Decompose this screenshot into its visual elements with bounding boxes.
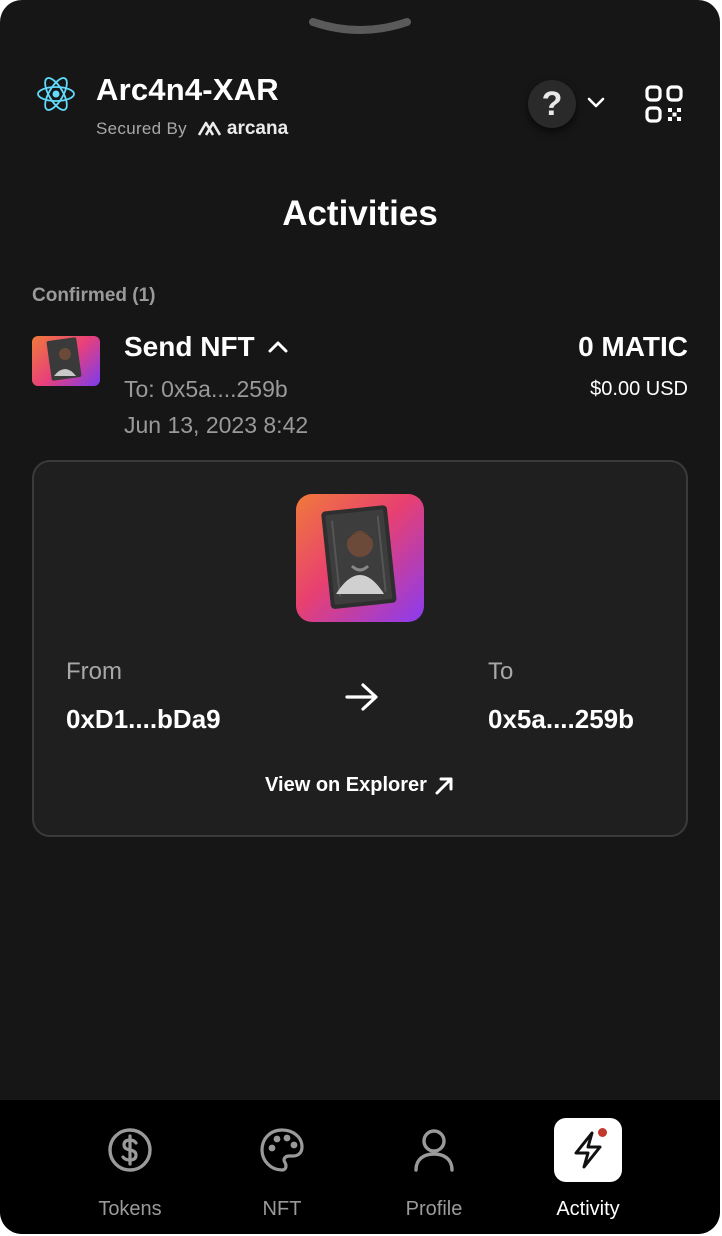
nav-icon-wrapper: [400, 1118, 468, 1182]
secured-by-label: Secured By: [96, 119, 187, 138]
activity-amount: 0 MATIC: [578, 331, 688, 362]
nft-thumbnail: [32, 336, 100, 386]
header: Arc4n4-XAR Secured By arcana ?: [32, 72, 688, 142]
arrow-right-icon: [345, 683, 378, 711]
nav-icon-wrapper: [248, 1118, 316, 1182]
nav-icon-wrapper: [554, 1118, 622, 1182]
activity-usd-value: $0.00 USD: [590, 378, 688, 400]
arcana-logo-icon: [197, 121, 222, 136]
dollar-coin-icon: [108, 1128, 152, 1172]
bottom-nav: Tokens NFT Profile Activity: [0, 1100, 720, 1234]
to-address: 0x5a....259b: [488, 704, 634, 734]
qr-code-icon[interactable]: [644, 84, 684, 124]
arcana-brand: arcana: [197, 118, 288, 140]
chevron-down-icon[interactable]: [586, 96, 606, 110]
external-link-arrow-icon: [435, 777, 453, 794]
user-icon: [414, 1129, 454, 1172]
nft-card-image: [321, 505, 397, 609]
arcana-wordmark: arcana: [226, 118, 289, 139]
activity-title-text: Send NFT: [124, 331, 255, 362]
activity-title[interactable]: Send NFT: [124, 331, 289, 363]
secured-by: Secured By arcana: [96, 118, 288, 140]
nav-item-activity[interactable]: Activity: [538, 1118, 638, 1220]
from-address: 0xD1....bDa9: [66, 704, 221, 734]
activity-date: Jun 13, 2023 8:42: [124, 412, 309, 438]
nav-label: Activity: [556, 1198, 620, 1220]
collapse-handle-icon[interactable]: [309, 14, 411, 36]
section-label: Confirmed (1): [32, 285, 156, 306]
react-atom-icon: [37, 77, 75, 111]
nav-label: NFT: [262, 1198, 302, 1220]
nft-image: [296, 494, 424, 622]
to-label: To: [488, 658, 514, 685]
view-on-explorer-link[interactable]: View on Explorer: [34, 774, 686, 797]
from-label: From: [66, 658, 122, 685]
wallet-panel: Arc4n4-XAR Secured By arcana ? Activitie…: [0, 0, 720, 1234]
nav-label: Tokens: [98, 1198, 162, 1220]
nav-item-nft[interactable]: NFT: [232, 1118, 332, 1220]
nav-item-profile[interactable]: Profile: [384, 1118, 484, 1220]
app-name: Arc4n4-XAR: [96, 72, 279, 107]
view-on-explorer-label: View on Explorer: [265, 774, 427, 796]
notification-dot: [598, 1128, 607, 1137]
nav-item-tokens[interactable]: Tokens: [80, 1118, 180, 1220]
activity-recipient: To: 0x5a....259b: [124, 376, 288, 402]
nft-card-image: [46, 337, 82, 381]
chevron-up-icon[interactable]: [267, 340, 289, 354]
nav-label: Profile: [405, 1198, 463, 1220]
activity-detail-card: From 0xD1....bDa9 To 0x5a....259b View o…: [32, 460, 688, 837]
page-title: Activities: [282, 194, 438, 233]
help-button[interactable]: ?: [528, 80, 576, 128]
palette-icon: [260, 1128, 304, 1172]
nav-icon-wrapper: [96, 1118, 164, 1182]
help-icon: ?: [541, 84, 563, 123]
